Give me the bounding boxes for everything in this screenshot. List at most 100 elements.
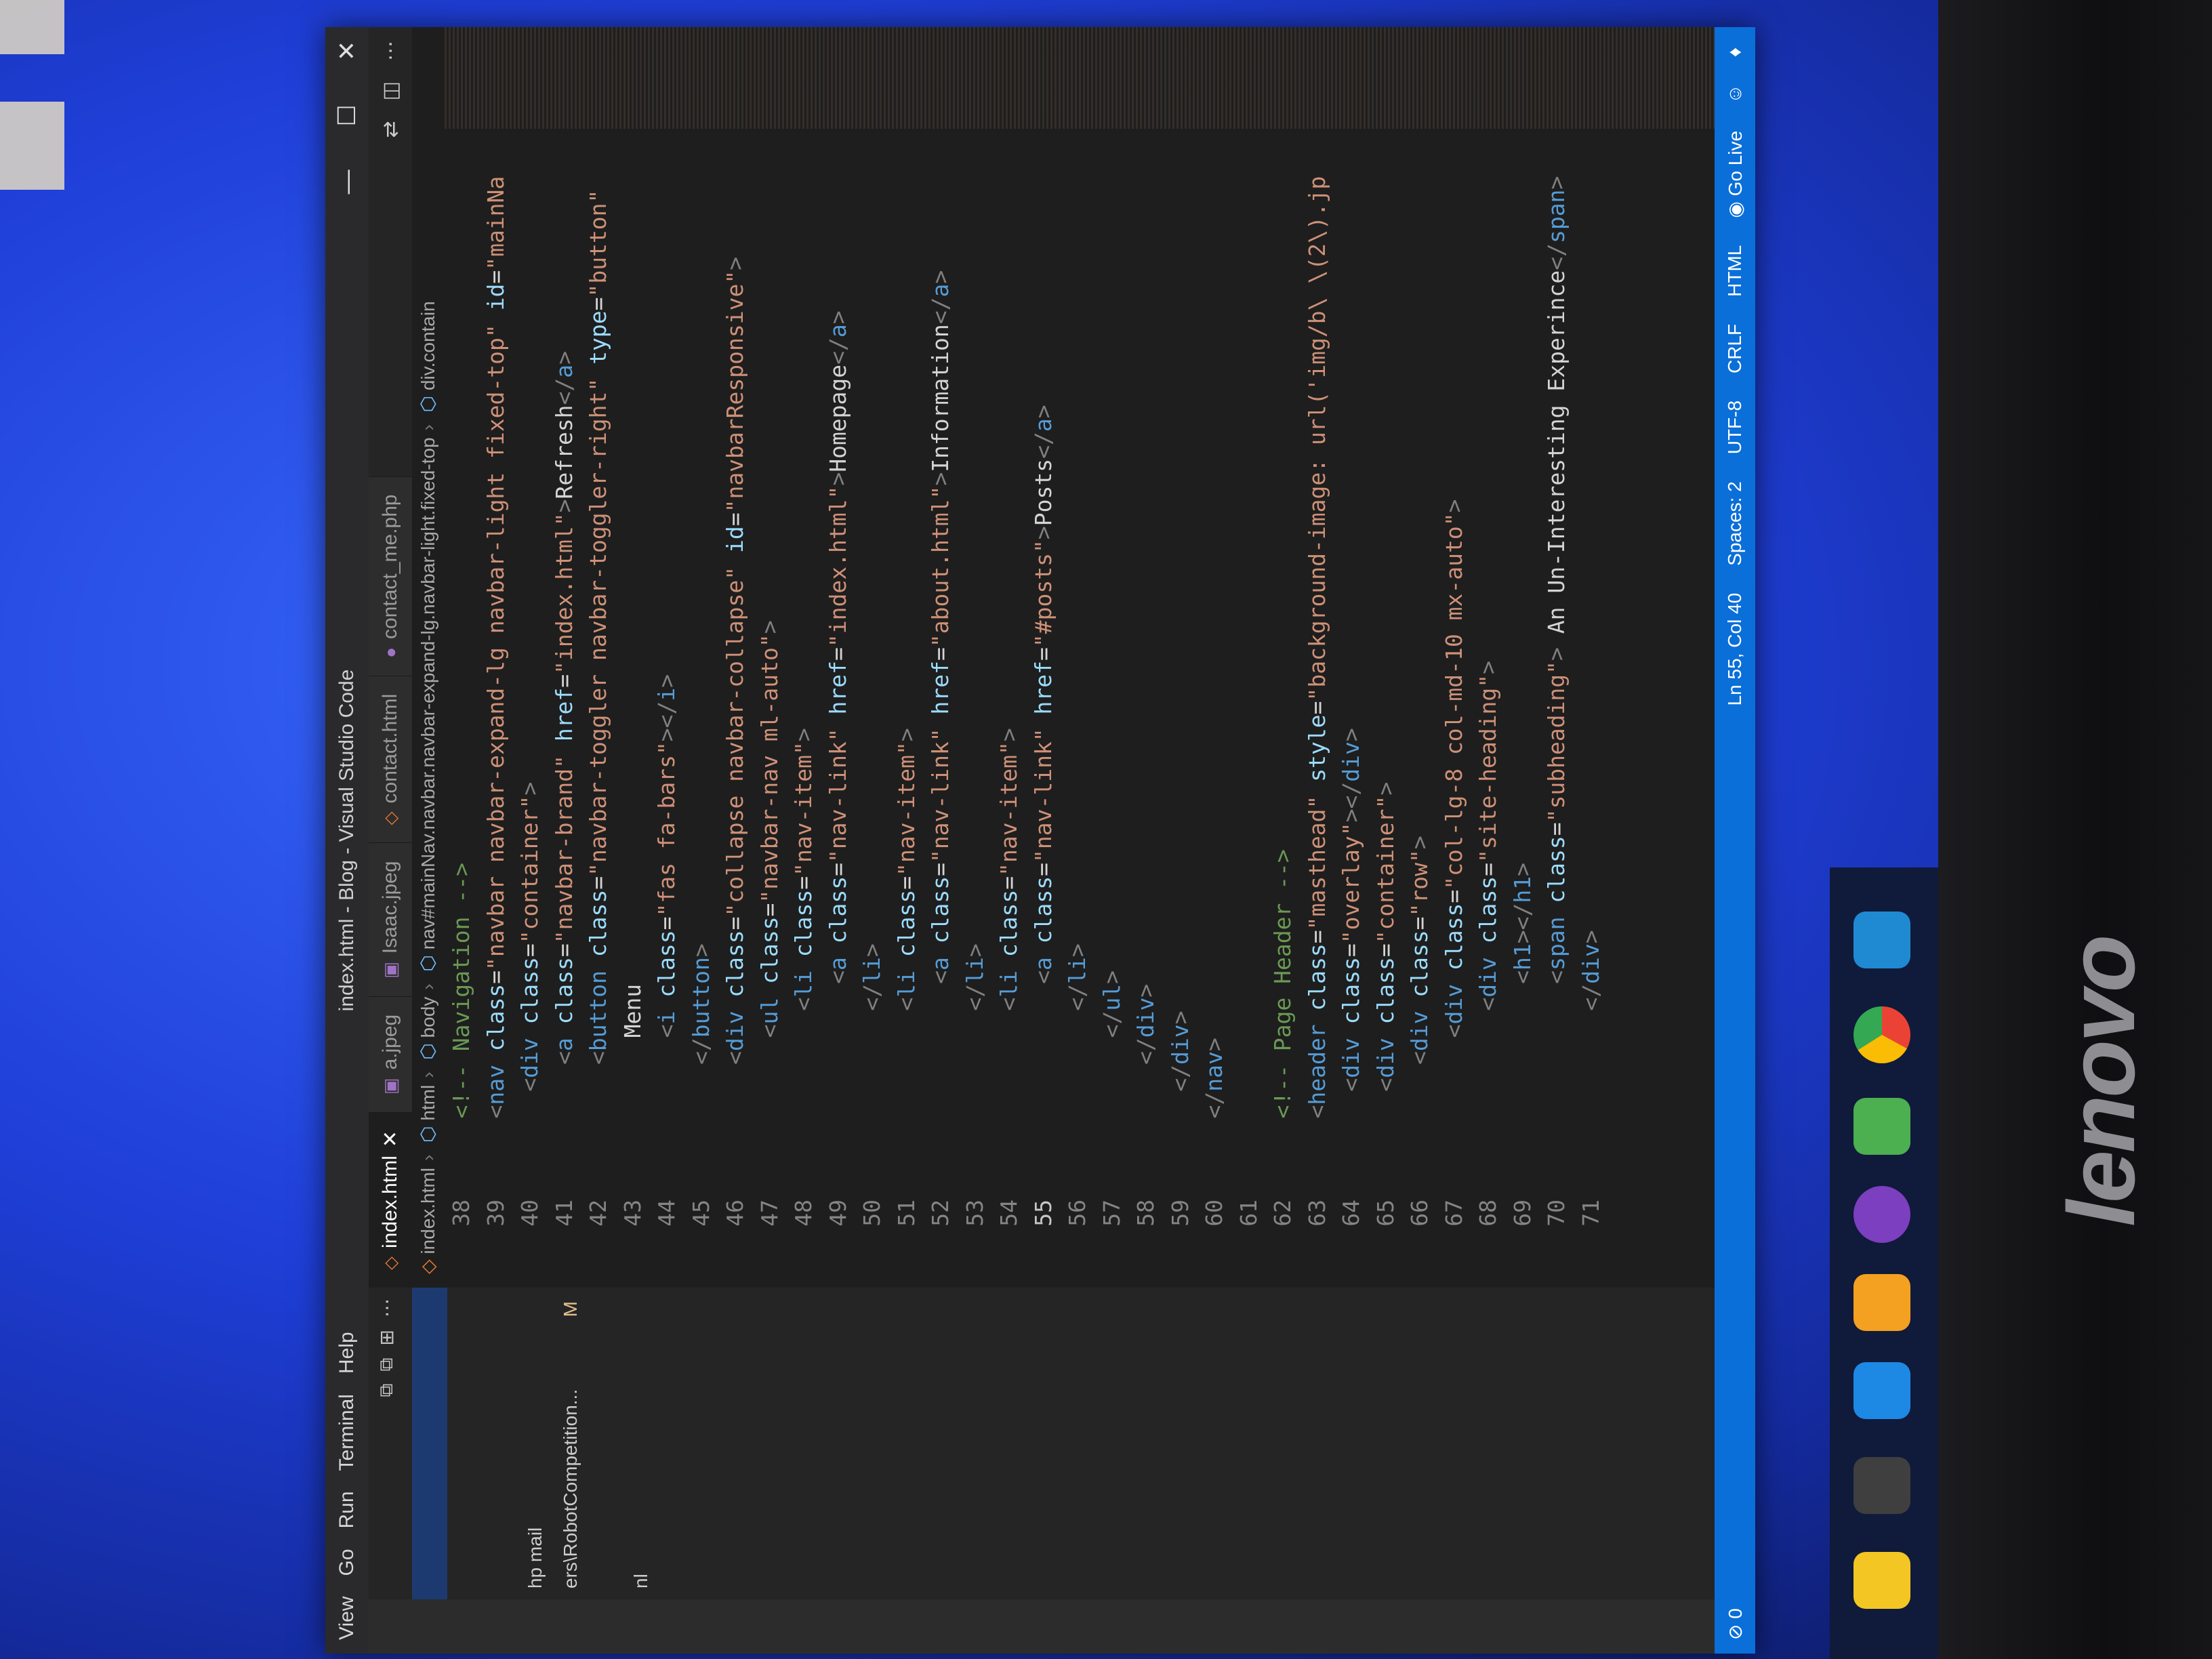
- code-line[interactable]: 67 <div class="col-lg-8 col-md-10 mx-aut…: [1437, 129, 1472, 1288]
- code-line[interactable]: 49 <a class="nav-link" href="index.html"…: [821, 129, 856, 1288]
- line-text: <li class="nav-item">: [893, 728, 920, 1011]
- mail-taskbar-icon[interactable]: [1853, 1362, 1910, 1419]
- vscode-taskbar-icon[interactable]: [1853, 912, 1910, 968]
- chrome-taskbar-icon[interactable]: [1853, 1006, 1910, 1063]
- code-line[interactable]: 51 <li class="nav-item">: [890, 129, 924, 1288]
- breadcrumb-item[interactable]: div.contain: [417, 301, 438, 390]
- sidebar-item[interactable]: [588, 1288, 623, 1599]
- tab-a-jpeg[interactable]: ▣ a.jpeg: [369, 996, 412, 1113]
- code-line[interactable]: 45 </button>: [684, 129, 719, 1288]
- split-editor-icon[interactable]: ◫: [379, 81, 403, 100]
- minimap[interactable]: [445, 27, 1715, 129]
- desktop-file-icon[interactable]: [0, 0, 64, 54]
- code-line[interactable]: 48 <li class="nav-item">: [787, 129, 821, 1288]
- code-line[interactable]: 46 <div class="collapse navbar-collapse"…: [718, 129, 753, 1288]
- sidebar-item[interactable]: nl: [623, 1288, 659, 1599]
- code-line[interactable]: 42 <button class="navbar-toggler navbar-…: [581, 129, 616, 1288]
- code-line[interactable]: 57 </ul>: [1095, 129, 1130, 1288]
- code-line[interactable]: 65 <div class="container">: [1369, 129, 1404, 1288]
- tab-isaac-jpeg[interactable]: ▣ Isaac.jpeg: [369, 842, 412, 996]
- line-number: 42: [585, 1200, 611, 1227]
- code-line[interactable]: 61: [1232, 129, 1267, 1288]
- line-number: 66: [1406, 1200, 1433, 1227]
- encoding[interactable]: UTF-8: [1724, 401, 1746, 454]
- store-taskbar-icon[interactable]: [1853, 1457, 1910, 1514]
- breadcrumb-item[interactable]: nav#mainNav.navbar.navbar-expand-lg.navb…: [417, 437, 438, 949]
- app-taskbar-icon[interactable]: [1853, 1098, 1910, 1155]
- html-icon: ◇: [417, 1259, 438, 1274]
- notifications-icon[interactable]: ♦: [1724, 47, 1746, 57]
- tab-index-html[interactable]: ◇ index.html ✕: [369, 1112, 412, 1288]
- code-line[interactable]: 56 </li>: [1061, 129, 1095, 1288]
- code-line[interactable]: 58 </div>: [1129, 129, 1164, 1288]
- app-taskbar-icon[interactable]: [1853, 1186, 1910, 1243]
- new-folder-icon[interactable]: ⧉: [375, 1357, 398, 1371]
- code-line[interactable]: 68 <div class="site-heading">: [1471, 129, 1506, 1288]
- menu-view[interactable]: View: [335, 1597, 359, 1640]
- maximize-icon[interactable]: ☐: [333, 104, 361, 126]
- code-line[interactable]: 63 <header class="masthead" style="backg…: [1300, 129, 1335, 1288]
- new-file-icon[interactable]: ⧉: [375, 1383, 398, 1397]
- more-icon[interactable]: ⋯: [379, 41, 403, 61]
- code-line[interactable]: 62 <!-- Page Header -->: [1266, 129, 1300, 1288]
- language-mode[interactable]: HTML: [1724, 245, 1746, 297]
- problems-indicator[interactable]: ⊘ 0: [1724, 1608, 1746, 1654]
- app-taskbar-icon[interactable]: [1853, 1274, 1910, 1331]
- line-text: <h1></h1>: [1509, 862, 1536, 984]
- code-line[interactable]: 53 </li>: [958, 129, 993, 1288]
- sidebar-item[interactable]: [412, 1288, 447, 1599]
- code-line[interactable]: 43 Menu: [616, 129, 651, 1288]
- code-line[interactable]: 40 <div class="container">: [513, 129, 548, 1288]
- compare-icon[interactable]: ⇄: [379, 121, 403, 138]
- sidebar-item[interactable]: [483, 1288, 518, 1599]
- desktop-file-icon[interactable]: [0, 102, 64, 190]
- tab-label: contact.html: [379, 693, 401, 804]
- go-live-label: Go Live: [1724, 130, 1746, 197]
- code-line[interactable]: 69 <h1></h1>: [1506, 129, 1540, 1288]
- code-line[interactable]: 41 <a class="navbar-brand" href="index.h…: [548, 129, 582, 1288]
- code-line[interactable]: 59 </div>: [1164, 129, 1198, 1288]
- sidebar-item[interactable]: [447, 1288, 483, 1599]
- menu-terminal[interactable]: Terminal: [335, 1394, 359, 1471]
- sidebar-item[interactable]: hp mail: [518, 1288, 553, 1599]
- line-number: 54: [996, 1200, 1022, 1227]
- line-number: 60: [1201, 1200, 1227, 1227]
- collapse-icon[interactable]: ⊞: [375, 1330, 398, 1345]
- go-live-button[interactable]: ◉ Go Live: [1724, 131, 1746, 218]
- feedback-icon[interactable]: ☺: [1724, 84, 1746, 104]
- code-line[interactable]: 44 <i class="fas fa-bars"></i>: [650, 129, 684, 1288]
- code-line[interactable]: 54 <li class="nav-item">: [992, 129, 1027, 1288]
- code-line[interactable]: 47 <ul class="navbar-nav ml-auto">: [753, 129, 787, 1288]
- code-area[interactable]: 38 <!-- Navigation --> 39 <nav class="nav…: [445, 129, 1715, 1288]
- close-icon[interactable]: ✕: [333, 41, 361, 61]
- explorer-taskbar-icon[interactable]: [1853, 1552, 1910, 1609]
- code-line[interactable]: 50 </li>: [855, 129, 890, 1288]
- status-right: Ln 55, Col 40 Spaces: 2 UTF-8 CRLF HTML …: [1724, 27, 1746, 705]
- breadcrumb-item[interactable]: html: [417, 1085, 438, 1121]
- code-line[interactable]: 39 <nav class="navbar navbar-expand-lg n…: [479, 129, 514, 1288]
- code-line[interactable]: 71 </div>: [1574, 129, 1609, 1288]
- code-line[interactable]: 55 <a class="nav-link" href="#posts">Pos…: [1027, 129, 1061, 1288]
- minimize-icon[interactable]: —: [333, 169, 361, 194]
- code-line[interactable]: 66 <div class="row">: [1403, 129, 1437, 1288]
- code-line[interactable]: 52 <a class="nav-link" href="about.html"…: [924, 129, 958, 1288]
- code-line[interactable]: 38 <!-- Navigation -->: [445, 129, 479, 1288]
- code-line[interactable]: 70 <span class="subheading"> An Un-Inter…: [1540, 129, 1574, 1288]
- sidebar-item[interactable]: [659, 1288, 694, 1599]
- line-ending[interactable]: CRLF: [1724, 324, 1746, 373]
- cursor-position[interactable]: Ln 55, Col 40: [1724, 593, 1746, 706]
- close-tab-icon[interactable]: ✕: [379, 1130, 403, 1147]
- more-icon[interactable]: ⋯: [375, 1298, 398, 1317]
- breadcrumb-item[interactable]: index.html: [417, 1168, 438, 1254]
- menu-run[interactable]: Run: [335, 1491, 359, 1528]
- indentation[interactable]: Spaces: 2: [1724, 481, 1746, 566]
- menu-go[interactable]: Go: [335, 1549, 359, 1576]
- code-line[interactable]: 60 </nav>: [1197, 129, 1232, 1288]
- line-text: </ul>: [1098, 970, 1125, 1038]
- menu-help[interactable]: Help: [335, 1332, 359, 1374]
- tab-contact-html[interactable]: ◇ contact.html: [369, 675, 412, 843]
- breadcrumb-item[interactable]: body: [417, 997, 438, 1038]
- sidebar-item[interactable]: ers\RobotCompetition... M: [553, 1288, 588, 1599]
- code-line[interactable]: 64 <div class="overlay"></div>: [1334, 129, 1369, 1288]
- tab-contact-me-php[interactable]: ● contact_me.php: [369, 476, 412, 676]
